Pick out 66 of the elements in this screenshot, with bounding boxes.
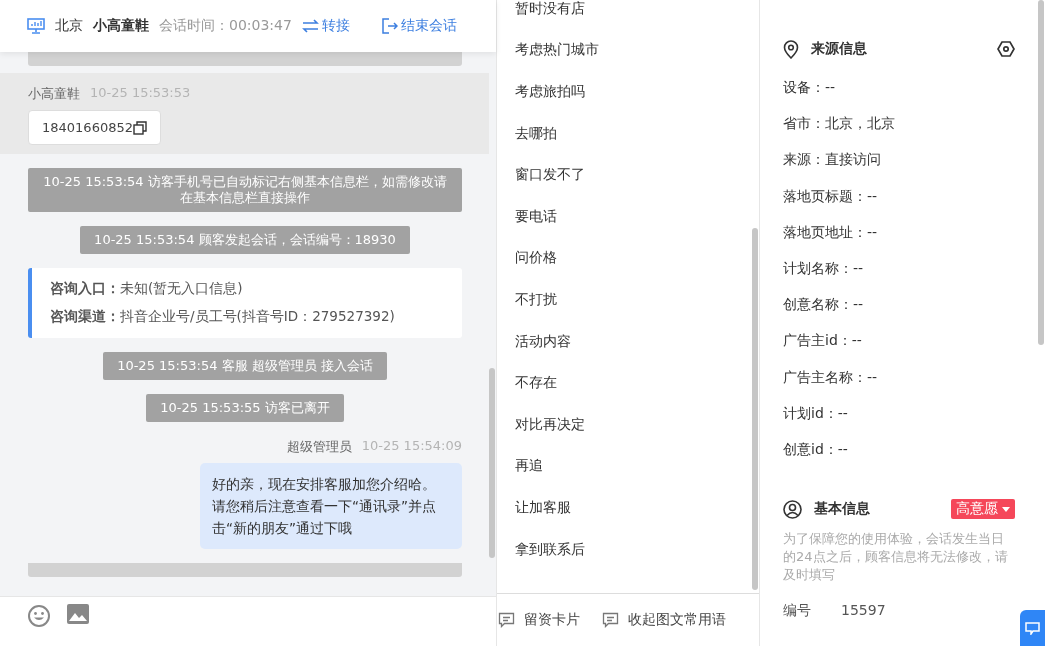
- scrollbar-thumb[interactable]: [1038, 0, 1044, 345]
- intent-tag-dropdown[interactable]: 高意愿: [951, 499, 1015, 520]
- phrase-item[interactable]: 去哪拍: [497, 112, 759, 155]
- copy-icon[interactable]: [133, 120, 147, 135]
- transfer-link[interactable]: 转接: [301, 17, 350, 35]
- phrase-item[interactable]: 要电话: [497, 195, 759, 238]
- info-field: 创意id：--: [783, 431, 1015, 469]
- phrase-item[interactable]: 暂时没有店: [497, 0, 759, 30]
- system-message: 10-25 15:53:55 访客已离开: [146, 394, 344, 422]
- location-pin-icon: [783, 39, 799, 59]
- phrase-item[interactable]: 考虑旅拍吗: [497, 71, 759, 113]
- emoji-icon[interactable]: [27, 604, 51, 628]
- info-field: 计划id：--: [783, 395, 1015, 432]
- phone-number: 18401660852: [42, 120, 133, 135]
- info-row-text: 咨询渠道：抖音企业号/员工号(抖音号ID：279527392): [50, 308, 396, 326]
- phrase-action-button[interactable]: 留资卡片: [498, 611, 580, 629]
- system-message: 10-25 15:53:54 顾客发起会话，会话编号：18930: [80, 226, 410, 254]
- image-icon[interactable]: [67, 604, 89, 624]
- monitor-icon: [27, 18, 45, 34]
- info-field: 来源：直接访问: [783, 142, 1015, 179]
- info-field: 省市：北京，北京: [783, 106, 1015, 143]
- field-label: 编号: [783, 602, 811, 621]
- info-field: 广告主名称：--: [783, 359, 1015, 396]
- info-field: 落地页标题：--: [783, 178, 1015, 215]
- phrase-item[interactable]: 不存在: [497, 362, 759, 404]
- phrase-item[interactable]: 让加客服: [497, 487, 759, 529]
- info-field: 计划名称：--: [783, 250, 1015, 288]
- message-icon: [602, 612, 619, 628]
- section-title: 来源信息: [811, 40, 868, 58]
- scrollbar-thumb[interactable]: [752, 228, 758, 590]
- chat-icon: [1025, 621, 1040, 635]
- user-icon: [783, 499, 802, 519]
- info-field: 落地页地址：--: [783, 214, 1015, 251]
- phrase-item[interactable]: 问价格: [497, 237, 759, 280]
- phrase-action-button[interactable]: 收起图文常用语: [602, 611, 726, 629]
- notice-text: 为了保障您的使用体验，会话发生当日的24点之后，顾客信息将无法修改，请及时填写: [783, 530, 1009, 585]
- info-row-text: 咨询入口：未知(暂无入口信息): [50, 280, 244, 298]
- location-label: 北京: [55, 17, 83, 35]
- phrase-item[interactable]: 窗口发不了: [497, 154, 759, 196]
- system-message: 10-25 15:53:54 客服 超级管理员 接入会话: [103, 352, 387, 380]
- scrollbar-thumb[interactable]: [489, 368, 495, 558]
- sender-name: 小高童鞋: [28, 85, 80, 103]
- end-session-link[interactable]: 结束会话: [381, 17, 457, 35]
- info-field: 设备：--: [783, 70, 1015, 107]
- system-message: 10-25 15:53:54 访客手机号已自动标记右侧基本信息栏，如需修改请在基本信息栏直接操作: [28, 168, 462, 212]
- section-title: 基本信息: [814, 500, 871, 519]
- chat-float-button[interactable]: [1020, 610, 1045, 646]
- message-icon: [498, 612, 515, 628]
- phrase-item[interactable]: 对比再决定: [497, 403, 759, 446]
- phrase-item[interactable]: 拿到联系后: [497, 528, 759, 571]
- settings-icon[interactable]: [997, 40, 1015, 58]
- sender-name: 超级管理员: [286, 438, 352, 456]
- swap-icon: [301, 19, 319, 33]
- visitor-name: 小高童鞋: [93, 17, 149, 35]
- field-value: 15597: [841, 602, 886, 621]
- message-bubble: 好的亲，现在安排客服加您介绍哈。请您稍后注意查看一下“通讯录”并点击“新的朋友”通过下哦: [200, 463, 462, 549]
- message-time: 10-25 15:54:09: [361, 438, 462, 455]
- phrase-item[interactable]: 不打扰: [497, 279, 759, 321]
- session-duration: 会话时间：00:03:47: [159, 17, 292, 35]
- phrase-item[interactable]: 再追: [497, 445, 759, 488]
- info-field: 广告主id：--: [783, 323, 1015, 360]
- exit-icon: [381, 18, 398, 34]
- caret-icon: [1002, 506, 1010, 512]
- info-field: 创意名称：--: [783, 287, 1015, 324]
- phrase-item[interactable]: 活动内容: [497, 320, 759, 363]
- phrase-item[interactable]: 考虑热门城市: [497, 29, 759, 72]
